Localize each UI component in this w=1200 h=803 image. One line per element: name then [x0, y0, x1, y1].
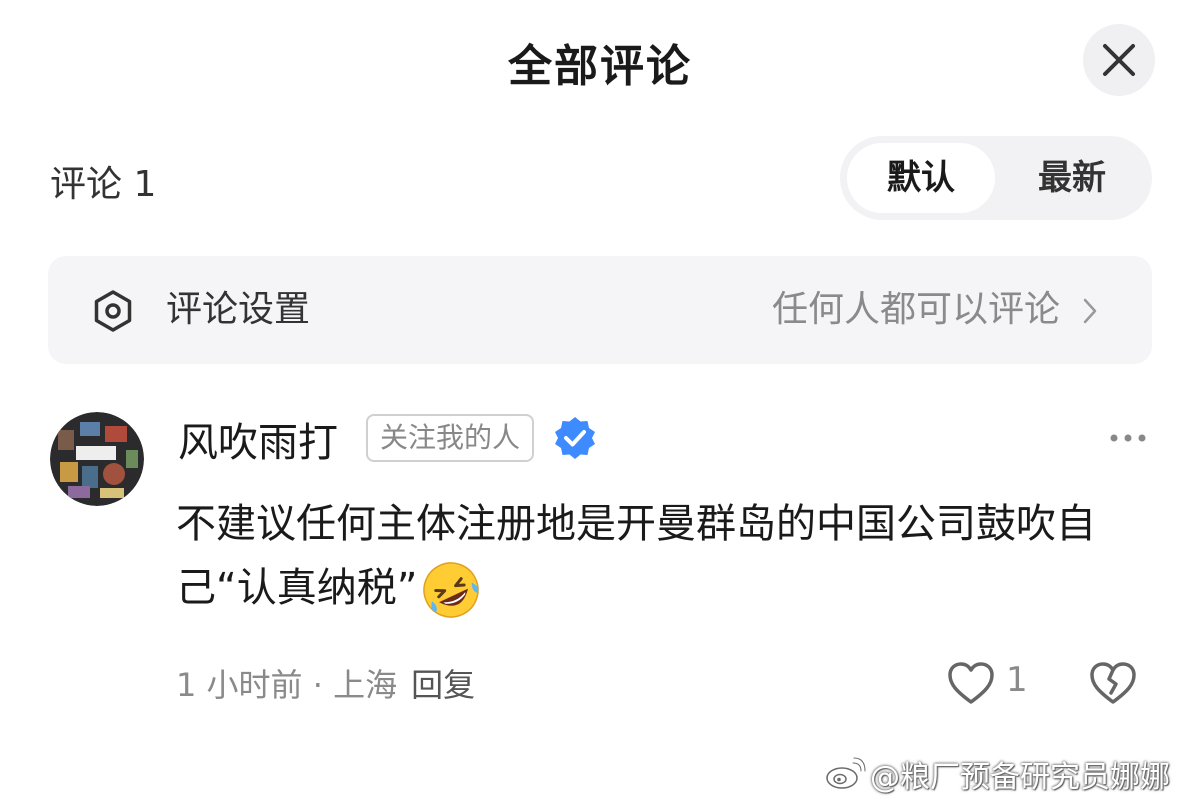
page-title: 全部评论	[508, 41, 692, 92]
settings-icon	[94, 290, 132, 332]
weibo-logo-icon	[826, 757, 866, 789]
watermark: @粮厂预备研究员娜娜	[824, 752, 1170, 796]
verified-badge-icon	[555, 417, 595, 459]
comment-text: 不建议任何主体注册地是开曼群岛的中国公司鼓吹自己“认真纳税”	[176, 501, 1096, 611]
comment-count: 评论 1	[50, 164, 157, 205]
broken-heart-icon[interactable]	[1088, 660, 1138, 706]
more-icon[interactable]	[1108, 430, 1148, 446]
comment-location: 上海	[333, 666, 398, 704]
meta-separator: ·	[302, 666, 334, 704]
comment-settings-row[interactable]: 评论设置 任何人都可以评论	[48, 256, 1152, 364]
heart-icon[interactable]	[946, 660, 996, 706]
comment-time: 1 小时前	[176, 666, 303, 704]
reply-button[interactable]: 回复	[411, 666, 475, 704]
like-count: 1	[1006, 660, 1028, 700]
comment-author[interactable]: 风吹雨打	[178, 410, 338, 468]
sort-toggle: 默认 最新	[840, 136, 1152, 220]
settings-value: 任何人都可以评论	[771, 289, 1060, 330]
rolling-on-floor-laughing-emoji	[423, 562, 480, 618]
sort-default-tab[interactable]: 默认	[847, 143, 995, 213]
follower-badge: 关注我的人	[366, 414, 535, 462]
close-icon	[1103, 44, 1135, 76]
avatar[interactable]	[50, 412, 144, 506]
sort-latest-tab[interactable]: 最新	[998, 143, 1146, 213]
watermark-text: @粮厂预备研究员娜娜	[870, 760, 1170, 795]
comment-body: 不建议任何主体注册地是开曼群岛的中国公司鼓吹自己“认真纳税”	[176, 492, 1156, 622]
settings-label: 评论设置	[166, 289, 311, 330]
chevron-right-icon	[1083, 298, 1097, 324]
close-button[interactable]	[1083, 24, 1155, 96]
comment-meta: 1 小时前 · 上海 回复	[176, 660, 475, 706]
